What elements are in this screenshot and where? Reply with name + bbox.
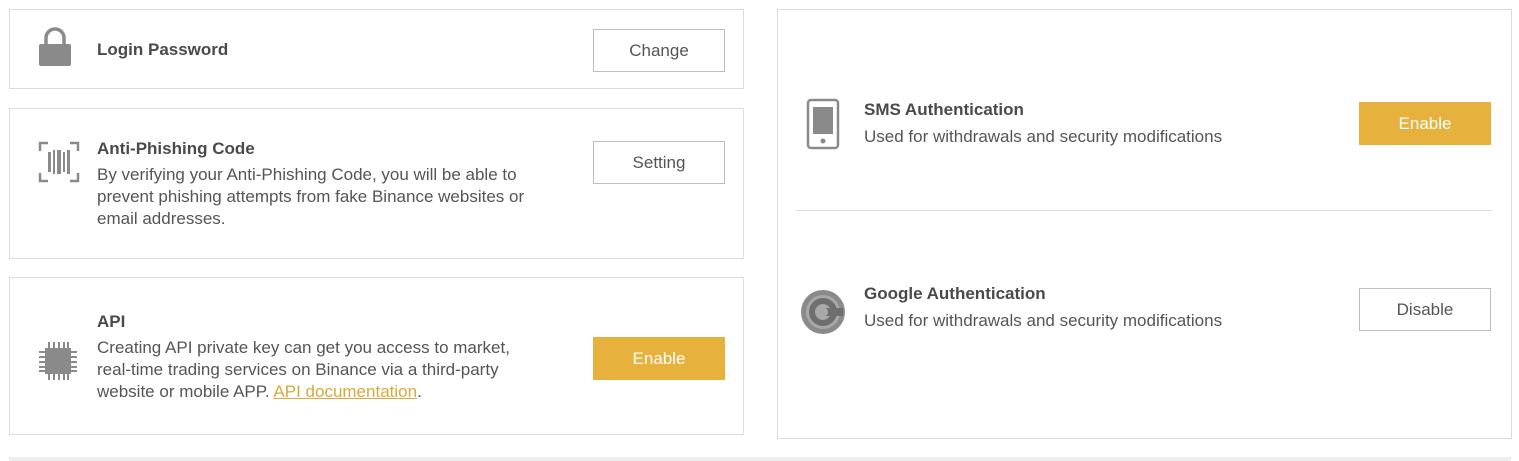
padlock-icon	[37, 26, 73, 73]
section-divider	[796, 210, 1492, 211]
api-desc-line-3-prefix: website or mobile APP.	[97, 382, 274, 401]
google-authenticator-icon	[799, 288, 847, 341]
api-description: Creating API private key can get you acc…	[97, 337, 577, 403]
sms-auth-title: SMS Authentication	[864, 100, 1024, 119]
chip-icon	[37, 340, 79, 387]
api-card: API Creating API private key can get you…	[9, 277, 744, 435]
bottom-border	[9, 457, 1511, 461]
anti-phishing-setting-button[interactable]: Setting	[593, 141, 725, 184]
api-title: API	[97, 312, 126, 331]
api-desc-line-2: real-time trading services on Binance vi…	[97, 360, 499, 379]
sms-auth-description: Used for withdrawals and security modifi…	[864, 127, 1223, 146]
anti-phishing-card: Anti-Phishing Code By verifying your Ant…	[9, 108, 744, 259]
google-auth-disable-button[interactable]: Disable	[1359, 288, 1491, 331]
change-password-button[interactable]: Change	[593, 29, 725, 72]
anti-phishing-title: Anti-Phishing Code	[97, 139, 255, 158]
login-password-card: Login Password Change	[9, 9, 744, 89]
api-documentation-link[interactable]: API documentation	[273, 382, 417, 401]
mobile-phone-icon	[805, 98, 841, 155]
anti-phishing-desc-line-1: By verifying your Anti-Phishing Code, yo…	[97, 165, 517, 184]
barcode-scan-icon	[38, 141, 80, 188]
api-enable-button[interactable]: Enable	[593, 337, 725, 380]
google-auth-title: Google Authentication	[864, 284, 1046, 303]
anti-phishing-desc-line-2: prevent phishing attempts from fake Bina…	[97, 187, 525, 206]
api-desc-line-1: Creating API private key can get you acc…	[97, 338, 510, 357]
api-desc-line-3: website or mobile APP. API documentation…	[97, 381, 577, 403]
api-desc-line-3-suffix: .	[417, 382, 422, 401]
sms-enable-button[interactable]: Enable	[1359, 102, 1491, 145]
anti-phishing-desc-line-3: email addresses.	[97, 209, 226, 228]
two-factor-card: SMS Authentication Used for withdrawals …	[777, 9, 1512, 439]
login-password-title: Login Password	[97, 40, 229, 59]
anti-phishing-description: By verifying your Anti-Phishing Code, yo…	[97, 164, 577, 230]
google-auth-description: Used for withdrawals and security modifi…	[864, 311, 1223, 330]
